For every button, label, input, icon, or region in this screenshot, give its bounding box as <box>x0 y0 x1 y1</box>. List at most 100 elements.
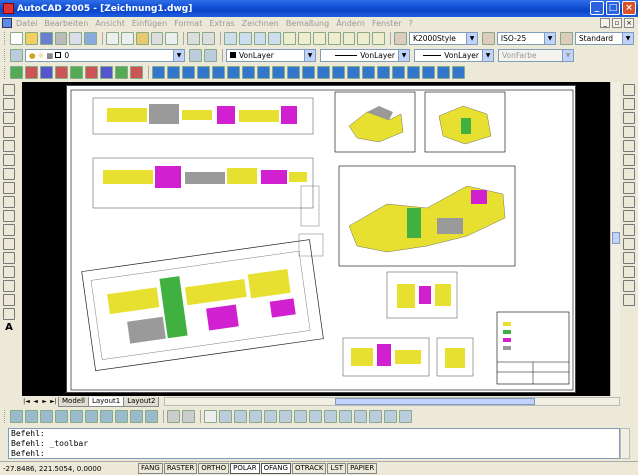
tool-text-icon[interactable] <box>204 410 217 423</box>
tool-d-icon[interactable] <box>55 65 68 79</box>
tool-s-icon[interactable] <box>287 65 300 79</box>
drawing-area[interactable] <box>22 82 610 463</box>
mirror-icon[interactable] <box>623 112 635 124</box>
menu-einfuegen[interactable]: Einfügen <box>132 19 167 28</box>
layer-select[interactable]: ● ☼ ■ 0 ▼ <box>25 48 185 62</box>
explode-icon[interactable] <box>623 294 635 306</box>
redo-icon[interactable] <box>202 31 215 45</box>
help-icon[interactable] <box>372 31 386 45</box>
tool-m-icon[interactable] <box>197 65 210 79</box>
tool-b-icon[interactable] <box>25 65 38 79</box>
calculator-icon[interactable] <box>357 31 371 45</box>
toggle-ortho[interactable]: ORTHO <box>198 463 230 474</box>
tool-view11-icon[interactable] <box>369 410 382 423</box>
arc-icon[interactable] <box>3 154 15 166</box>
color-select[interactable]: VonLayer ▼ <box>226 48 316 62</box>
doc-restore-button[interactable]: ▫ <box>612 18 622 28</box>
construction-line-icon[interactable] <box>3 98 15 110</box>
ellipse-icon[interactable] <box>3 210 15 222</box>
toolbar-grip[interactable] <box>4 65 7 79</box>
tool-view3-icon[interactable] <box>249 410 262 423</box>
snap-tangent-icon[interactable] <box>130 410 143 423</box>
dim-style-select[interactable]: ISO-25 ▼ <box>496 31 557 45</box>
polyline-icon[interactable] <box>3 112 15 124</box>
layer-manager-icon[interactable] <box>10 48 23 62</box>
toggle-raster[interactable]: RASTER <box>163 463 198 474</box>
tool-aa-icon[interactable] <box>407 65 420 79</box>
vertical-scrollbar[interactable] <box>610 82 620 396</box>
tool-z-icon[interactable] <box>392 65 405 79</box>
vscroll-thumb[interactable] <box>612 232 620 244</box>
tool-i-icon[interactable] <box>130 65 143 79</box>
undo-small-icon[interactable] <box>167 410 180 423</box>
close-button[interactable]: × <box>622 1 636 15</box>
move-icon[interactable] <box>623 154 635 166</box>
extend-icon[interactable] <box>623 224 635 236</box>
autocad-app-icon[interactable] <box>3 3 14 14</box>
tool-view-icon[interactable] <box>219 410 232 423</box>
tool-x-icon[interactable] <box>362 65 375 79</box>
zoom-window-icon[interactable] <box>253 31 267 45</box>
table-icon[interactable] <box>3 308 15 320</box>
tool-view6-icon[interactable] <box>294 410 307 423</box>
erase-icon[interactable] <box>623 84 635 96</box>
point-icon[interactable] <box>3 266 15 278</box>
plot-icon[interactable] <box>54 31 68 45</box>
break-at-point-icon[interactable] <box>623 238 635 250</box>
text-style-select[interactable]: K2000Style ▼ <box>409 31 479 45</box>
doc-close-button[interactable]: × <box>624 18 634 28</box>
tool-j-icon[interactable] <box>152 65 165 79</box>
tool-view9-icon[interactable] <box>339 410 352 423</box>
save-icon[interactable] <box>39 31 53 45</box>
tool-t-icon[interactable] <box>302 65 315 79</box>
cut-icon[interactable] <box>106 31 119 45</box>
command-window[interactable]: Befehl: Befehl: _toolbar Befehl: <box>8 428 620 459</box>
snap-perpendicular-icon[interactable] <box>145 410 158 423</box>
revcloud-icon[interactable] <box>3 182 15 194</box>
toggle-papier[interactable]: PAPIER <box>347 463 378 474</box>
menu-bemassung[interactable]: Bemaßung <box>286 19 329 28</box>
tool-view7-icon[interactable] <box>309 410 322 423</box>
preview-icon[interactable] <box>69 31 83 45</box>
layer-previous-icon[interactable] <box>189 48 202 62</box>
snap-intersection-icon[interactable] <box>55 410 68 423</box>
tool-e-icon[interactable] <box>70 65 83 79</box>
paste-icon[interactable] <box>135 31 149 45</box>
block-editor-icon[interactable] <box>165 31 179 45</box>
tool-q-icon[interactable] <box>257 65 270 79</box>
make-block-icon[interactable] <box>3 252 15 264</box>
publish-icon[interactable] <box>84 31 98 45</box>
toggle-ofang[interactable]: OFANG <box>260 463 291 474</box>
offset-icon[interactable] <box>623 126 635 138</box>
menu-ansicht[interactable]: Ansicht <box>95 19 125 28</box>
tool-k-icon[interactable] <box>167 65 180 79</box>
menu-fenster[interactable]: Fenster <box>372 19 402 28</box>
tool-v-icon[interactable] <box>332 65 345 79</box>
first-tab-arrow[interactable]: |◄ <box>22 397 31 406</box>
polygon-icon[interactable] <box>3 126 15 138</box>
toggle-fang[interactable]: FANG <box>138 463 163 474</box>
tool-view13-icon[interactable] <box>399 410 412 423</box>
stretch-icon[interactable] <box>623 196 635 208</box>
tool-view4-icon[interactable] <box>264 410 277 423</box>
tool-a-icon[interactable] <box>10 65 23 79</box>
qnew-icon[interactable] <box>9 31 23 45</box>
tool-view10-icon[interactable] <box>354 410 367 423</box>
toggle-lst[interactable]: LST <box>327 463 347 474</box>
toolbar-grip[interactable] <box>4 410 7 423</box>
open-icon[interactable] <box>24 31 38 45</box>
rotate-icon[interactable] <box>623 168 635 180</box>
table-style-select[interactable]: Standard ▼ <box>574 31 635 45</box>
snap-from-icon[interactable] <box>10 410 23 423</box>
prev-tab-arrow[interactable]: ◄ <box>31 397 40 406</box>
toggle-otrack[interactable]: OTRACK <box>291 463 327 474</box>
lineweight-select[interactable]: VonLayer ▼ <box>414 48 494 62</box>
snap-endpoint-icon[interactable] <box>25 410 38 423</box>
fillet-icon[interactable] <box>623 280 635 292</box>
tool-view8-icon[interactable] <box>324 410 337 423</box>
doc-minimize-button[interactable]: _ <box>600 18 610 28</box>
copy-object-icon[interactable] <box>623 98 635 110</box>
last-tab-arrow[interactable]: ►| <box>49 397 58 406</box>
ellipse-arc-icon[interactable] <box>3 224 15 236</box>
tool-f-icon[interactable] <box>85 65 98 79</box>
